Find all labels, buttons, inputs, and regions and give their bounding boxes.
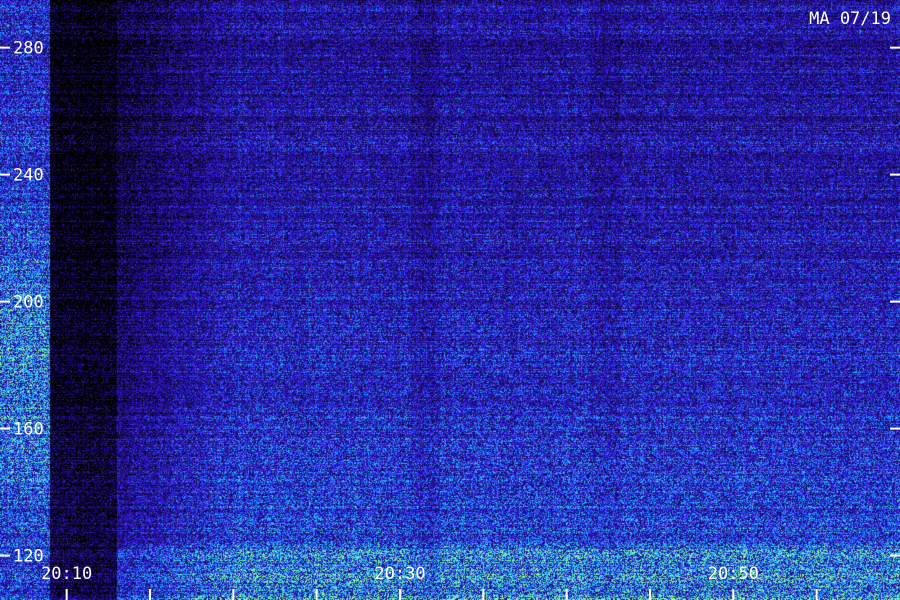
chart-overlay: MA 07/19 280 240 200 160 120 20:10 20:30 20:50 bbox=[0, 9, 900, 600]
y-tick-label: 280 bbox=[13, 39, 44, 59]
x-axis: 20:10 20:30 20:50 bbox=[41, 564, 818, 600]
chart-title: MA 07/19 bbox=[809, 9, 891, 29]
y-tick-label: 240 bbox=[13, 166, 44, 186]
y-tick-label: 120 bbox=[13, 547, 44, 567]
x-tick-label: 20:10 bbox=[41, 564, 92, 584]
y-tick-label: 160 bbox=[13, 420, 44, 440]
y-axis: 280 240 200 160 120 bbox=[0, 39, 900, 567]
y-tick-label: 200 bbox=[13, 293, 44, 313]
x-tick-label: 20:50 bbox=[708, 564, 759, 584]
x-tick-label: 20:30 bbox=[374, 564, 425, 584]
